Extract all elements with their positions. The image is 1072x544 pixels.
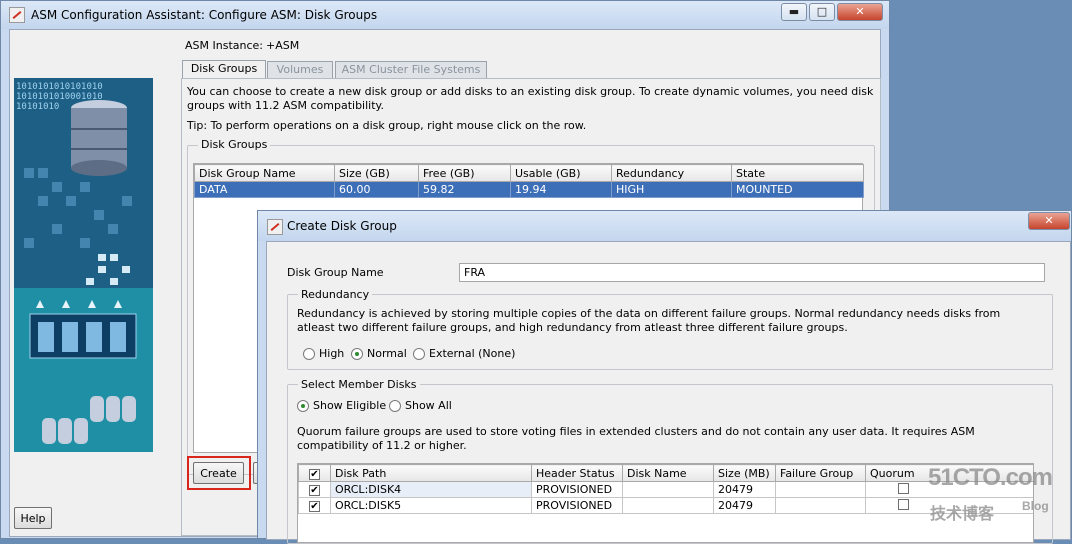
- quorum-description: Quorum failure groups are used to store …: [297, 425, 975, 452]
- disk-group-name-input[interactable]: FRA: [459, 263, 1045, 282]
- watermark-tagline: 技术博客: [930, 504, 995, 523]
- table-cell: PROVISIONED: [531, 497, 623, 514]
- watermark-site: 51CTO.com: [928, 464, 1053, 491]
- column-header[interactable]: Free (GB): [418, 164, 511, 182]
- asm-instance-value: +ASM: [266, 39, 300, 52]
- oracle-app-icon: [267, 219, 283, 235]
- table-cell: ORCL:DISK4: [330, 481, 532, 498]
- table-cell: ORCL:DISK5: [330, 497, 532, 514]
- column-header[interactable]: Disk Group Name: [194, 164, 335, 182]
- table-row[interactable]: ✔ ORCL:DISK5 PROVISIONED 20479: [298, 497, 1033, 514]
- radio-normal[interactable]: [351, 348, 363, 360]
- table-cell[interactable]: [622, 481, 714, 498]
- tab-asm-cluster-file-systems[interactable]: ASM Cluster File Systems: [335, 61, 487, 79]
- radio-external-label[interactable]: External (None): [429, 347, 515, 360]
- column-header[interactable]: State: [731, 164, 864, 182]
- column-header[interactable]: Header Status: [531, 464, 623, 482]
- quorum-checkbox[interactable]: [898, 498, 909, 510]
- asm-banner-image: 1010101010101010 1010101010001010 101010…: [14, 78, 153, 452]
- row-checkbox[interactable]: ✔: [309, 501, 320, 512]
- radio-high-label[interactable]: High: [319, 347, 344, 360]
- oracle-app-icon: [9, 7, 25, 23]
- column-header[interactable]: Disk Path: [330, 464, 532, 482]
- column-header[interactable]: Usable (GB): [510, 164, 612, 182]
- tab-disk-groups[interactable]: Disk Groups: [182, 60, 266, 79]
- table-cell: 60.00: [334, 181, 419, 198]
- radio-normal-label[interactable]: Normal: [367, 347, 407, 360]
- table-cell[interactable]: [622, 497, 714, 514]
- watermark-blog: Blog: [1022, 499, 1049, 513]
- table-cell: MOUNTED: [731, 181, 864, 198]
- main-window-title: ASM Configuration Assistant: Configure A…: [31, 8, 378, 22]
- create-button[interactable]: Create: [193, 462, 244, 484]
- column-header[interactable]: Failure Group: [775, 464, 866, 482]
- table-cell: PROVISIONED: [531, 481, 623, 498]
- table-cell: 59.82: [418, 181, 511, 198]
- dialog-title: Create Disk Group: [287, 219, 397, 233]
- table-cell: 19.94: [510, 181, 612, 198]
- minimize-button[interactable]: ▬: [781, 3, 807, 21]
- redundancy-section-label: Redundancy: [298, 288, 373, 301]
- member-disks-table: ✔ Disk Path Header Status Disk Name Size…: [297, 463, 1034, 543]
- table-cell: 20479: [713, 497, 776, 514]
- radio-external[interactable]: [413, 348, 425, 360]
- dialog-close-button[interactable]: ✕: [1028, 212, 1070, 230]
- radio-high[interactable]: [303, 348, 315, 360]
- table-cell: HIGH: [611, 181, 732, 198]
- table-row[interactable]: DATA 60.00 59.82 19.94 HIGH MOUNTED: [194, 181, 864, 198]
- table-cell: DATA: [194, 181, 335, 198]
- select-all-checkbox[interactable]: ✔: [309, 468, 320, 480]
- redundancy-description: Redundancy is achieved by storing multip…: [297, 307, 1001, 334]
- tab-volumes[interactable]: Volumes: [267, 61, 333, 79]
- table-cell[interactable]: [775, 497, 866, 514]
- column-header[interactable]: Size (GB): [334, 164, 419, 182]
- radio-show-all[interactable]: [389, 400, 401, 412]
- radio-show-eligible[interactable]: [297, 400, 309, 412]
- help-button[interactable]: Help: [14, 507, 52, 529]
- dialog-titlebar[interactable]: Create Disk Group ✕: [258, 211, 1071, 241]
- asm-instance-label: ASM Instance:: [185, 39, 263, 52]
- row-checkbox-cell[interactable]: ✔: [298, 497, 331, 514]
- radio-show-eligible-label[interactable]: Show Eligible: [313, 399, 386, 412]
- database-illustration-icon: [14, 100, 153, 452]
- maximize-button[interactable]: □: [809, 3, 835, 21]
- dialog-client-area: Disk Group Name FRA Redundancy Redundanc…: [266, 241, 1071, 544]
- main-titlebar[interactable]: ASM Configuration Assistant: Configure A…: [1, 1, 889, 29]
- description-text: You can choose to create a new disk grou…: [187, 85, 874, 112]
- row-checkbox-cell[interactable]: ✔: [298, 481, 331, 498]
- member-disks-section-label: Select Member Disks: [298, 378, 420, 391]
- tip-text: Tip: To perform operations on a disk gro…: [187, 119, 587, 132]
- column-header[interactable]: Redundancy: [611, 164, 732, 182]
- table-row[interactable]: ✔ ORCL:DISK4 PROVISIONED 20479: [298, 481, 1033, 498]
- quorum-checkbox[interactable]: [898, 482, 909, 494]
- column-header[interactable]: Disk Name: [622, 464, 714, 482]
- row-checkbox[interactable]: ✔: [309, 485, 320, 496]
- radio-show-all-label[interactable]: Show All: [405, 399, 452, 412]
- close-button[interactable]: ✕: [837, 3, 883, 21]
- disk-group-name-label: Disk Group Name: [287, 266, 384, 279]
- table-cell: 20479: [713, 481, 776, 498]
- disk-groups-section-label: Disk Groups: [198, 138, 271, 151]
- column-header[interactable]: Size (MB): [713, 464, 776, 482]
- select-all-checkbox-header[interactable]: ✔: [298, 464, 331, 482]
- table-cell[interactable]: [775, 481, 866, 498]
